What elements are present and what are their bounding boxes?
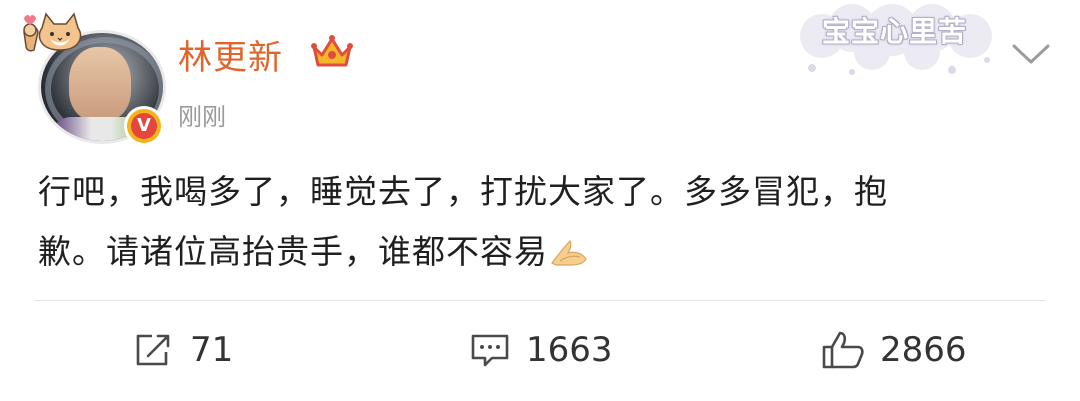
comment-count: 1663: [526, 330, 613, 370]
decoration-text: 宝宝心里苦: [822, 15, 968, 48]
post-content-text: 歉。请诸位高抬贵手，谁都不容易: [38, 232, 548, 271]
divider: [34, 300, 1046, 301]
share-button[interactable]: 71: [132, 326, 233, 374]
share-icon: [136, 334, 170, 366]
post-content-line: 行吧，我喝多了，睡觉去了，打扰大家了。多多冒犯，抱: [38, 172, 888, 211]
post-time: 刚刚: [178, 103, 226, 131]
comment-icon: [471, 334, 509, 367]
chevron-down-icon[interactable]: [1010, 40, 1052, 66]
thumbs-up-icon: [822, 331, 864, 369]
verified-badge-letter: V: [131, 113, 157, 139]
post-content-line: 歉。请诸位高抬贵手，谁都不容易: [38, 222, 1038, 282]
comment-button[interactable]: 1663: [468, 326, 613, 374]
username[interactable]: 林更新: [178, 30, 283, 79]
crown-icon[interactable]: [310, 33, 354, 71]
avatar-container[interactable]: V: [20, 10, 166, 146]
post-content: 行吧，我喝多了，睡觉去了，打扰大家了。多多冒犯，抱 歉。请诸位高抬贵手，谁都不容…: [38, 162, 1038, 282]
verified-badge-icon: V: [124, 106, 164, 146]
share-count: 71: [190, 330, 234, 370]
cat-sticker-icon: [23, 12, 82, 52]
pray-hands-emoji-icon: [551, 239, 587, 266]
like-count: 2866: [880, 330, 967, 370]
like-button[interactable]: 2866: [820, 326, 967, 374]
